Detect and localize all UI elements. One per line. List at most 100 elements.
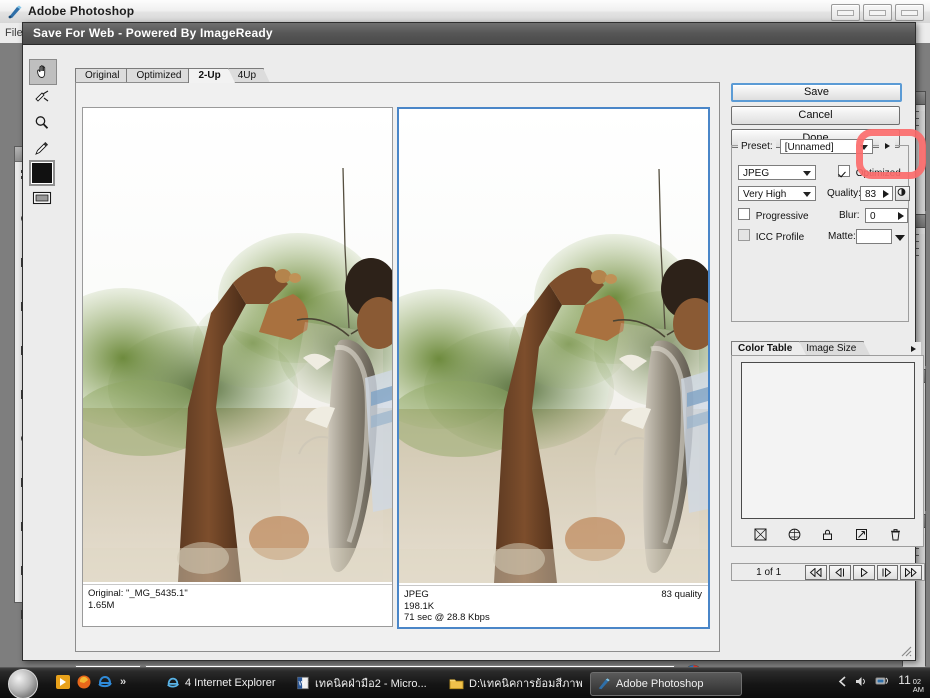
matte-label: Matte: [828, 231, 856, 242]
chevron-down-icon [803, 171, 811, 176]
preview-pane-optimized[interactable]: 83 quality JPEG 198.1K 71 sec @ 28.8 Kbp… [397, 107, 710, 629]
blur-field[interactable]: 0 [865, 208, 908, 223]
progressive-checkbox[interactable] [738, 208, 750, 220]
icc-profile-checkbox-row[interactable]: ICC Profile [738, 229, 804, 243]
tab-label: Image Size [806, 343, 857, 354]
resize-grip[interactable] [898, 643, 912, 657]
map-to-web-safe-icon[interactable] [754, 528, 767, 541]
tray-speaker-icon[interactable] [854, 675, 868, 691]
hand-tool[interactable] [29, 59, 57, 85]
tab-label: 4Up [237, 70, 257, 81]
color-table-footer-icons[interactable] [744, 528, 912, 541]
tab-image-size[interactable]: Image Size [799, 341, 871, 355]
svg-text:W: W [299, 681, 305, 688]
frame-navigation-bar: 1 of 1 [731, 563, 925, 581]
original-info-line2: 1.65M [88, 599, 115, 611]
lock-color-icon[interactable] [821, 528, 834, 541]
photoshop-icon [8, 5, 22, 19]
firefox-icon[interactable] [76, 674, 92, 690]
optimized-info-line3: 71 sec @ 28.8 Kbps [404, 612, 490, 623]
icc-profile-checkbox[interactable] [738, 229, 750, 241]
progressive-checkbox-row[interactable]: Progressive [738, 208, 809, 222]
system-tray: 11 02 AM [838, 672, 924, 694]
internet-explorer-icon[interactable] [97, 674, 113, 690]
delete-color-icon[interactable] [889, 528, 902, 541]
tab-original[interactable]: Original [75, 68, 134, 83]
taskbar-clock[interactable]: 11 02 AM [898, 673, 924, 693]
dialog-toolbox[interactable] [29, 59, 59, 205]
taskbar-item-photoshop[interactable]: Adobe Photoshop [590, 672, 742, 696]
window-controls[interactable] [831, 4, 924, 21]
original-image[interactable] [83, 108, 392, 582]
file-format-combo[interactable]: JPEG [738, 165, 816, 180]
color-swatch-grid[interactable] [741, 362, 915, 519]
blur-value: 0 [870, 211, 876, 222]
tab-2up[interactable]: 2-Up [188, 68, 235, 83]
taskbar-item-word[interactable]: W เทคนิคฝ่ามือ2 - Micro... [290, 672, 442, 694]
play-frame-button[interactable] [852, 564, 875, 580]
color-table-tabs[interactable]: Color Table Image Size [731, 341, 926, 356]
preset-combo[interactable]: [Unnamed] [779, 138, 873, 154]
eyedropper-tool[interactable] [29, 136, 55, 160]
preview-pane-original[interactable]: Original: "_MG_5435.1" 1.65M [82, 107, 393, 627]
quick-launch-more-chevron[interactable]: » [120, 676, 126, 688]
dialog-title: Save For Web - Powered By ImageReady [23, 23, 915, 45]
last-frame-button[interactable] [900, 564, 922, 580]
tab-label: Optimized [136, 70, 182, 81]
new-color-icon[interactable] [855, 528, 868, 541]
first-frame-button[interactable] [805, 564, 828, 580]
chevron-down-icon [859, 144, 868, 150]
quality-value: 83 [865, 189, 877, 200]
optimized-checkbox-row[interactable]: Optimized [838, 165, 901, 179]
quick-launch-bar[interactable]: » [55, 674, 126, 690]
slice-select-tool[interactable] [29, 86, 55, 110]
slice-select-icon [35, 90, 49, 102]
color-table-panel: Color Table Image Size [731, 341, 926, 547]
save-for-web-dialog: Save For Web - Powered By ImageReady Ori… [22, 22, 925, 691]
zoom-icon [35, 116, 49, 129]
menu-file[interactable]: File [5, 27, 23, 39]
next-frame-button[interactable] [876, 564, 899, 580]
quality-mask-button[interactable] [895, 186, 910, 201]
media-player-icon[interactable] [55, 674, 71, 690]
tray-expand-chevron-icon[interactable] [838, 676, 847, 690]
map-to-transparency-icon[interactable] [788, 528, 801, 541]
optimized-checkbox[interactable] [838, 165, 850, 177]
dialog-body: Original Optimized 2-Up 4Up Original: "_… [23, 45, 925, 691]
taskbar-item-label: เทคนิคฝ่ามือ2 - Micro... [315, 678, 427, 690]
taskbar-item-label: D:\เทคนิคการย้อมสีภาพ [469, 678, 583, 690]
tab-color-table[interactable]: Color Table [731, 341, 807, 355]
blur-slider-arrow-icon[interactable] [898, 212, 904, 220]
cancel-button[interactable]: Cancel [731, 106, 900, 125]
optimized-image[interactable] [399, 109, 708, 583]
foreground-color-swatch[interactable] [29, 160, 55, 186]
optimized-quality-note: 83 quality [661, 589, 702, 600]
chevron-down-icon [803, 192, 811, 197]
tab-optimized[interactable]: Optimized [126, 68, 196, 83]
settings-panel-menu-button[interactable] [879, 139, 895, 153]
quality-label: Quality: [827, 188, 861, 199]
original-info-line1: Original: "_MG_5435.1" [88, 588, 188, 599]
preview-area: Original: "_MG_5435.1" 1.65M 83 quality … [75, 82, 720, 652]
toggle-slices-visibility[interactable] [29, 186, 55, 210]
previous-frame-button[interactable] [829, 564, 851, 580]
quality-field[interactable]: 83 [860, 186, 893, 201]
tray-network-icon[interactable] [875, 675, 891, 691]
save-button[interactable]: Save [731, 83, 902, 102]
quality-slider-arrow-icon[interactable] [883, 190, 889, 198]
taskbar-item-folder[interactable]: D:\เทคนิคการย้อมสีภาพ [443, 672, 605, 694]
optimized-info-line1: JPEG [404, 589, 429, 600]
progressive-label: Progressive [755, 211, 809, 222]
view-tabs[interactable]: Original Optimized 2-Up 4Up [75, 68, 271, 83]
minimize-button[interactable] [831, 4, 860, 21]
matte-swatch[interactable] [856, 229, 892, 244]
close-button[interactable] [895, 4, 924, 21]
zoom-tool[interactable] [29, 111, 55, 135]
compression-quality-combo[interactable]: Very High [738, 186, 816, 201]
maximize-button[interactable] [863, 4, 892, 21]
start-button[interactable] [8, 669, 38, 698]
photoshop-titlebar: Adobe Photoshop [0, 0, 930, 24]
photoshop-icon [598, 678, 610, 690]
color-table-panel-menu-button[interactable] [905, 342, 922, 356]
matte-dropdown-arrow[interactable] [895, 232, 905, 244]
